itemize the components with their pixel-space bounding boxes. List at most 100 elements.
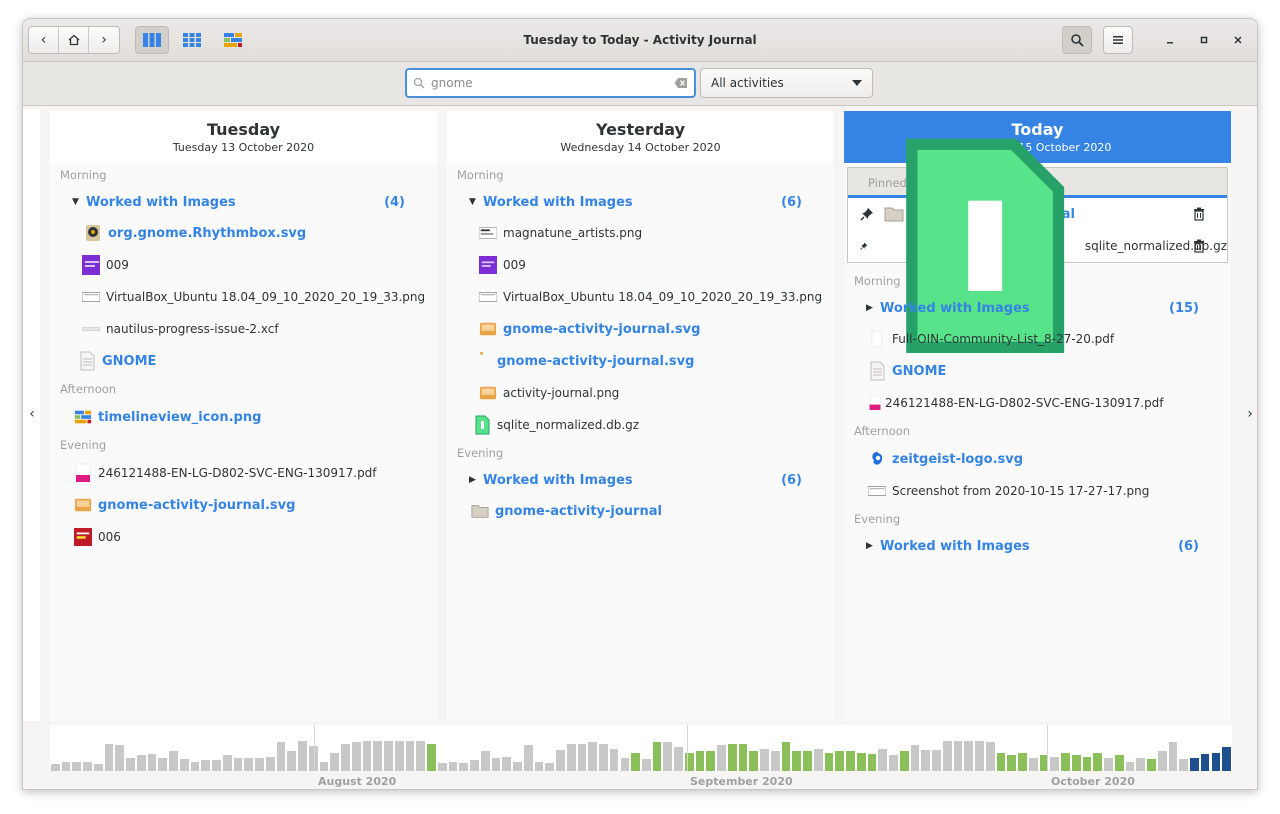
timeline-day-bar[interactable] <box>1007 755 1017 771</box>
timeline-day-bar[interactable] <box>287 751 297 771</box>
timeline-day-bar[interactable] <box>738 744 748 771</box>
timeline-day-bar[interactable] <box>706 751 716 771</box>
timeline-day-bar[interactable] <box>190 762 200 771</box>
search-toggle-button[interactable] <box>1062 26 1092 54</box>
timeline-day-bar[interactable] <box>1093 753 1103 771</box>
timeline-day-bar[interactable] <box>1190 758 1199 771</box>
scroll-left-button[interactable]: ‹ <box>23 107 45 721</box>
scroll-right-button[interactable]: › <box>1237 107 1257 721</box>
timeline-day-bar[interactable] <box>770 751 780 771</box>
activity-filter-dropdown[interactable]: All activities <box>700 68 873 98</box>
timeline-day-bar[interactable] <box>233 758 243 771</box>
timeline-day-bar[interactable] <box>1211 753 1221 771</box>
timeline-day-bar[interactable] <box>1179 759 1188 771</box>
timeline-day-bar[interactable] <box>953 741 963 771</box>
timeline-day-bar[interactable] <box>179 759 189 771</box>
timeline-day-bar[interactable] <box>556 750 565 771</box>
timeline-day-bar[interactable] <box>61 762 71 771</box>
pin-icon[interactable] <box>860 239 868 253</box>
timeline-day-bar[interactable] <box>502 757 512 771</box>
timeline-day-bar[interactable] <box>566 744 576 771</box>
timeline-day-bar[interactable] <box>222 755 232 771</box>
timeline-day-bar[interactable] <box>244 758 254 771</box>
group-worked-with-images[interactable]: ▶ Worked with Images (15) <box>844 293 1231 323</box>
timeline-day-bar[interactable] <box>373 741 383 771</box>
timeline-day-bar[interactable] <box>642 759 651 771</box>
timeline-day-bar[interactable] <box>717 745 726 771</box>
list-item[interactable]: GNOME <box>50 345 437 377</box>
timeline-day-bar[interactable] <box>824 753 834 771</box>
timeline-day-bar[interactable] <box>93 764 103 771</box>
timeline-day-bar[interactable] <box>899 751 909 771</box>
clear-search-icon[interactable] <box>674 77 688 89</box>
timeline-day-bar[interactable] <box>856 753 866 771</box>
timeline-day-bar[interactable] <box>72 762 82 771</box>
list-item[interactable]: zeitgeist-logo.svg <box>844 443 1231 475</box>
timeline-day-bar[interactable] <box>1222 747 1231 771</box>
view-timeline-button[interactable] <box>216 26 250 54</box>
timeline-bars[interactable] <box>50 725 1232 771</box>
timeline-day-bar[interactable] <box>394 741 404 771</box>
timeline-day-bar[interactable] <box>1061 753 1070 771</box>
timeline-day-bar[interactable] <box>727 744 737 771</box>
timeline-day-bar[interactable] <box>1050 757 1060 771</box>
timeline-day-bar[interactable] <box>1200 754 1210 771</box>
timeline-day-bar[interactable] <box>620 758 630 771</box>
timeline-day-bar[interactable] <box>136 755 146 771</box>
timeline-day-bar[interactable] <box>1157 751 1167 771</box>
timeline-day-bar[interactable] <box>158 758 168 771</box>
group-worked-with-images[interactable]: ▼ Worked with Images (4) <box>50 187 437 217</box>
list-item[interactable]: activity-journal.png <box>447 377 834 409</box>
timeline-day-bar[interactable] <box>1082 757 1092 771</box>
timeline-day-bar[interactable] <box>921 750 931 771</box>
timeline-day-bar[interactable] <box>83 762 92 771</box>
timeline-day-bar[interactable] <box>513 762 522 771</box>
timeline-day-bar[interactable] <box>341 744 350 771</box>
timeline-day-bar[interactable] <box>201 760 211 771</box>
list-item[interactable]: 246121488-EN-LG-D802-SVC-ENG-130917.pdf <box>50 457 437 489</box>
trash-icon[interactable] <box>1193 207 1205 221</box>
timeline-day-bar[interactable] <box>115 745 125 771</box>
timeline-day-bar[interactable] <box>491 758 501 771</box>
list-item[interactable]: GNOME <box>844 355 1231 387</box>
timeline-day-bar[interactable] <box>147 754 157 771</box>
back-button[interactable]: ‹ <box>29 27 59 53</box>
timeline-day-bar[interactable] <box>760 749 769 771</box>
timeline-day-bar[interactable] <box>695 751 705 771</box>
search-entry[interactable] <box>405 68 696 98</box>
timeline-day-bar[interactable] <box>169 751 178 771</box>
pinned-item[interactable]: sqlite_normalized.db.gz <box>848 138 1227 354</box>
timeline-day-bar[interactable] <box>599 744 608 771</box>
list-item[interactable]: Screenshot from 2020-10-15 17-27-17.png <box>844 475 1231 507</box>
timeline-day-bar[interactable] <box>889 755 898 771</box>
group-worked-with-images[interactable]: ▼ Worked with Images (6) <box>447 187 834 217</box>
timeline-day-bar[interactable] <box>416 741 426 771</box>
timeline-day-bar[interactable] <box>975 741 984 771</box>
list-item[interactable]: 009 <box>50 249 437 281</box>
list-item[interactable]: gnome-activity-journal.svg <box>447 345 834 377</box>
list-item[interactable]: gnome-activity-journal <box>447 495 834 527</box>
forward-button[interactable]: › <box>89 27 119 53</box>
group-worked-with-images[interactable]: ▶ Worked with Images (6) <box>844 531 1231 561</box>
timeline-day-bar[interactable] <box>298 741 307 771</box>
timeline-day-bar[interactable] <box>835 751 845 771</box>
timeline-day-bar[interactable] <box>523 745 533 771</box>
timeline-day-bar[interactable] <box>51 764 60 771</box>
timeline-day-bar[interactable] <box>813 749 823 771</box>
timeline-day-bar[interactable] <box>545 763 555 771</box>
timeline-day-bar[interactable] <box>878 749 888 771</box>
timeline-day-bar[interactable] <box>985 742 995 771</box>
timeline-day-bar[interactable] <box>384 741 393 771</box>
timeline-day-bar[interactable] <box>910 745 920 771</box>
list-item[interactable]: 246121488-EN-LG-D802-SVC-ENG-130917.pdf <box>844 387 1231 419</box>
timeline-day-bar[interactable] <box>405 741 415 771</box>
timeline-day-bar[interactable] <box>631 753 640 771</box>
list-item[interactable]: sqlite_normalized.db.gz <box>447 409 834 441</box>
timeline-day-bar[interactable] <box>255 758 264 771</box>
timeline-day-bar[interactable] <box>749 751 759 771</box>
list-item[interactable]: nautilus-progress-issue-2.xcf <box>50 313 437 345</box>
timeline-day-bar[interactable] <box>1168 742 1178 771</box>
list-item[interactable]: 009 <box>447 249 834 281</box>
search-input[interactable] <box>431 76 674 90</box>
group-worked-with-images[interactable]: ▶ Worked with Images (6) <box>447 465 834 495</box>
